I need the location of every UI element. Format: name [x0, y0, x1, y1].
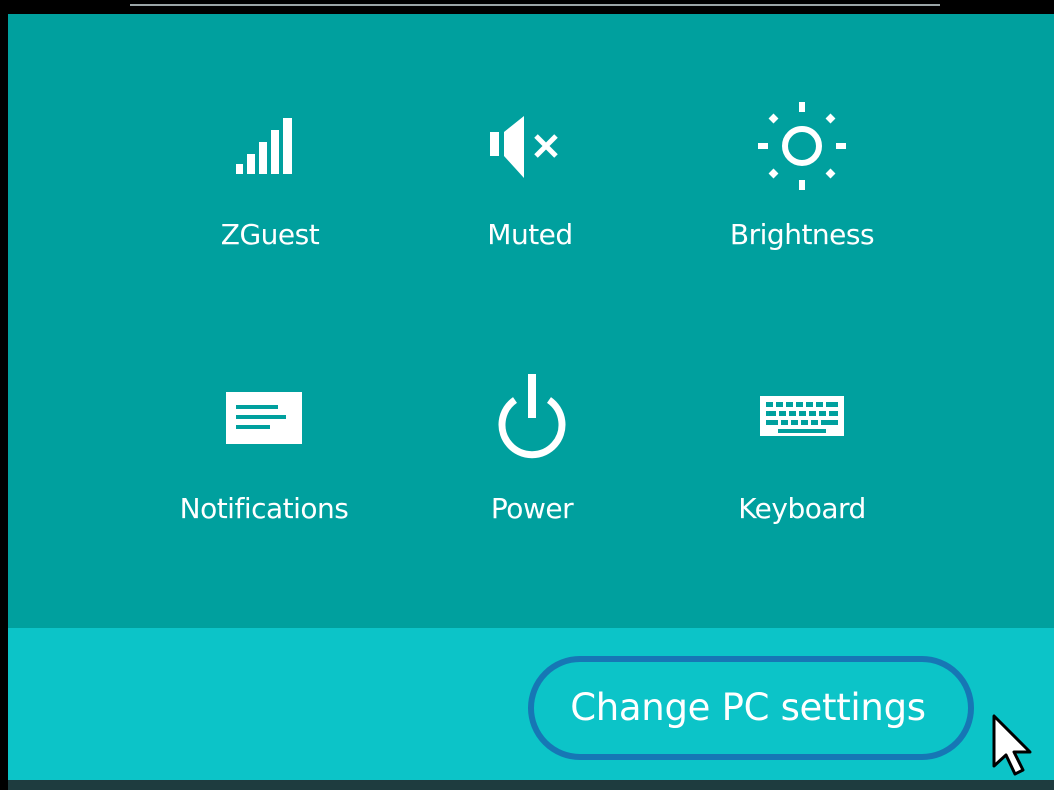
brightness-tile[interactable]: Brightness [702, 100, 902, 251]
keyboard-tile[interactable]: Keyboard [702, 372, 902, 525]
volume-label: Muted [487, 218, 573, 251]
bottom-edge [8, 780, 1054, 790]
brightness-label: Brightness [729, 218, 875, 251]
speaker-muted-icon [490, 116, 558, 178]
change-pc-settings-button[interactable]: Change PC settings [528, 656, 974, 760]
notifications-label: Notifications [179, 492, 349, 525]
mouse-pointer-icon [992, 714, 1032, 776]
power-icon [498, 374, 566, 459]
volume-tile[interactable]: Muted [430, 100, 630, 251]
keyboard-label: Keyboard [738, 492, 866, 525]
top-strip [0, 0, 1054, 14]
wifi-signal-icon [236, 118, 292, 174]
notifications-tile[interactable]: Notifications [164, 372, 364, 525]
notification-icon [226, 392, 302, 444]
power-label: Power [490, 492, 574, 525]
network-label: ZGuest [220, 218, 320, 251]
power-tile[interactable]: Power [432, 372, 632, 525]
network-tile[interactable]: ZGuest [170, 100, 370, 251]
top-divider [130, 4, 940, 6]
sun-icon [758, 102, 846, 190]
keyboard-icon [760, 396, 844, 436]
